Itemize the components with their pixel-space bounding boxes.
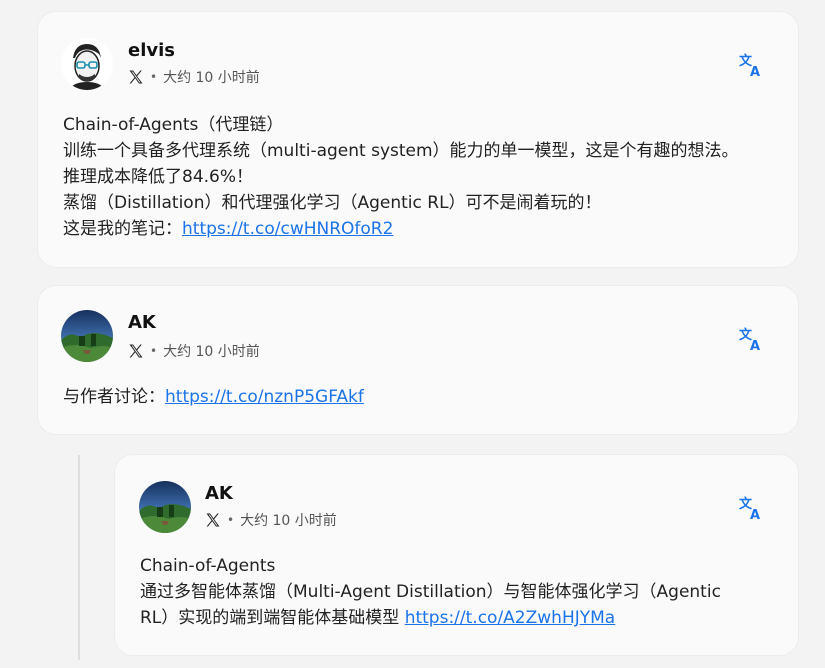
post-body: 与作者讨论：https://t.co/nznP5GFAkf	[63, 384, 778, 410]
avatar[interactable]	[139, 481, 191, 533]
separator-dot: •	[150, 70, 158, 84]
link-prefix: 与作者讨论：	[63, 387, 165, 407]
svg-text:A: A	[750, 65, 760, 78]
landscape-avatar-icon	[61, 310, 113, 362]
post-time: 大约 10 小时前	[163, 70, 260, 86]
link-prefix: RL）实现的端到端智能体基础模型	[140, 608, 405, 628]
post-line: 通过多智能体蒸馏（Multi-Agent Distillation）与智能体强化…	[140, 582, 721, 602]
author-name[interactable]: AK	[205, 483, 233, 504]
post-link[interactable]: https://t.co/A2ZwhHJYMa	[405, 608, 616, 628]
thread-connector	[78, 455, 80, 660]
landscape-avatar-icon	[139, 481, 191, 533]
separator-dot: •	[227, 513, 235, 527]
x-logo-icon[interactable]	[128, 69, 144, 85]
x-logo-icon[interactable]	[128, 343, 144, 359]
post-body: Chain-of-Agents（代理链） 训练一个具备多代理系统（multi-a…	[63, 112, 778, 242]
svg-text:A: A	[750, 508, 760, 521]
post-line: Chain-of-Agents（代理链）	[63, 115, 284, 135]
reply-card: AK • 大约 10 小时前 文 A Chain-of-Agents 通过多智能…	[115, 455, 798, 655]
avatar[interactable]	[61, 38, 113, 90]
author-name[interactable]: elvis	[128, 40, 175, 61]
post-link[interactable]: https://t.co/nznP5GFAkf	[165, 387, 364, 407]
post-line: RL）实现的端到端智能体基础模型 https://t.co/A2ZwhHJYMa	[140, 605, 778, 631]
post-line: 这是我的笔记：https://t.co/cwHNROfoR2	[63, 216, 778, 242]
post-meta: • 大约 10 小时前	[205, 510, 337, 530]
post-time: 大约 10 小时前	[163, 344, 260, 360]
svg-text:A: A	[750, 339, 760, 352]
translate-icon: 文 A	[739, 53, 760, 80]
translate-button[interactable]: 文 A	[738, 52, 764, 80]
translate-icon: 文 A	[739, 496, 760, 523]
link-prefix: 这是我的笔记：	[63, 219, 182, 239]
post-link[interactable]: https://t.co/cwHNROfoR2	[182, 219, 393, 239]
post-line: 推理成本降低了84.6%！	[63, 167, 254, 187]
post-line: 训练一个具备多代理系统（multi-agent system）能力的单一模型，这…	[63, 141, 739, 161]
post-card: elvis • 大约 10 小时前 文 A Chain-of-Agents（代理…	[38, 12, 798, 267]
translate-button[interactable]: 文 A	[738, 326, 764, 354]
post-line: 蒸馏（Distillation）和代理强化学习（Agentic RL）可不是闹着…	[63, 193, 602, 213]
translate-icon: 文 A	[739, 327, 760, 354]
post-card: AK • 大约 10 小时前 文 A 与作者讨论：https://t.co/nz…	[38, 286, 798, 434]
translate-button[interactable]: 文 A	[738, 495, 764, 523]
post-meta: • 大约 10 小时前	[128, 341, 260, 361]
avatar[interactable]	[61, 310, 113, 362]
x-logo-icon[interactable]	[205, 512, 221, 528]
elvis-avatar-icon	[61, 38, 113, 90]
author-name[interactable]: AK	[128, 312, 156, 333]
separator-dot: •	[150, 344, 158, 358]
post-meta: • 大约 10 小时前	[128, 67, 260, 87]
post-line: 与作者讨论：https://t.co/nznP5GFAkf	[63, 384, 778, 410]
post-body: Chain-of-Agents 通过多智能体蒸馏（Multi-Agent Dis…	[140, 553, 778, 631]
post-time: 大约 10 小时前	[240, 513, 337, 529]
post-line: Chain-of-Agents	[140, 556, 276, 576]
